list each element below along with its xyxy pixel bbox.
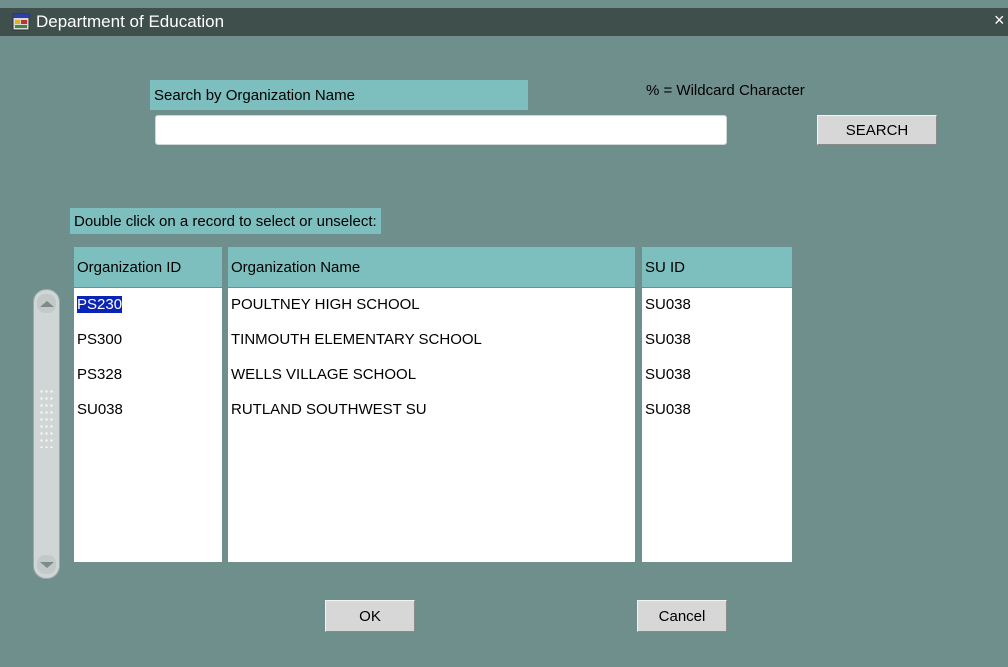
table-row-cell-id[interactable]: PS328 [74, 364, 122, 386]
cell-text: WELLS VILLAGE SCHOOL [231, 366, 417, 383]
column-su-id: SU038 SU038 SU038 SU038 [642, 288, 792, 562]
arrow-down-icon [39, 561, 54, 568]
cell-text: TINMOUTH ELEMENTARY SCHOOL [231, 331, 482, 348]
close-icon[interactable]: × [994, 10, 1008, 31]
column-header-organization-id: Organization ID [74, 247, 222, 287]
table-row-cell-name[interactable]: RUTLAND SOUTHWEST SU [228, 399, 427, 421]
scroll-down-button[interactable] [37, 555, 56, 574]
table-row-cell-su[interactable]: SU038 [642, 294, 691, 316]
search-label: Search by Organization Name [150, 80, 528, 110]
vertical-scrollbar[interactable] [33, 289, 60, 579]
ok-button[interactable]: OK [325, 600, 415, 632]
table-row-cell-id[interactable]: PS230 [74, 294, 123, 316]
cell-text: SU038 [645, 401, 691, 418]
cancel-button[interactable]: Cancel [637, 600, 727, 632]
column-organization-name: POULTNEY HIGH SCHOOL TINMOUTH ELEMENTARY… [228, 288, 635, 562]
table-row-cell-su[interactable]: SU038 [642, 329, 691, 351]
table-row-cell-su[interactable]: SU038 [642, 399, 691, 421]
instructions-text: Double click on a record to select or un… [74, 212, 377, 230]
table-row-cell-name[interactable]: POULTNEY HIGH SCHOOL [228, 294, 420, 316]
cell-text: SU038 [645, 366, 691, 383]
cell-text: RUTLAND SOUTHWEST SU [231, 401, 427, 418]
table-row-cell-name[interactable]: WELLS VILLAGE SCHOOL [228, 364, 416, 386]
table-row-cell-id[interactable]: PS300 [74, 329, 122, 351]
table-row-cell-name[interactable]: TINMOUTH ELEMENTARY SCHOOL [228, 329, 482, 351]
scroll-grip-icon[interactable] [39, 388, 53, 448]
cell-text: PS300 [77, 331, 123, 348]
cell-text: POULTNEY HIGH SCHOOL [231, 296, 420, 313]
search-label-text: Search by Organization Name [154, 86, 355, 104]
window-title: Department of Education [36, 12, 225, 31]
instructions-label: Double click on a record to select or un… [70, 208, 381, 234]
cell-text: SU038 [645, 331, 691, 348]
table-row-cell-id[interactable]: SU038 [74, 399, 123, 421]
column-header-su-id: SU ID [642, 247, 792, 287]
table-row-cell-su[interactable]: SU038 [642, 364, 691, 386]
column-header-label: SU ID [645, 258, 686, 276]
column-organization-id: PS230 PS300 PS328 SU038 [74, 288, 222, 562]
title-bar[interactable]: Department of Education × [0, 8, 1008, 36]
scroll-up-button[interactable] [37, 294, 56, 313]
wildcard-note: % = Wildcard Character [646, 82, 805, 99]
cell-text: SU038 [77, 401, 123, 418]
cell-text: PS328 [77, 366, 123, 383]
search-input[interactable] [155, 115, 727, 145]
arrow-up-icon [39, 300, 54, 307]
app-window-icon [12, 13, 30, 31]
cell-text: SU038 [645, 296, 691, 313]
column-header-label: Organization Name [231, 258, 361, 276]
column-header-label: Organization ID [77, 258, 182, 276]
search-button[interactable]: SEARCH [817, 115, 937, 145]
column-header-organization-name: Organization Name [228, 247, 635, 287]
dialog-window: Department of Education × Search by Orga… [0, 0, 1008, 667]
cell-text: PS230 [77, 296, 123, 313]
